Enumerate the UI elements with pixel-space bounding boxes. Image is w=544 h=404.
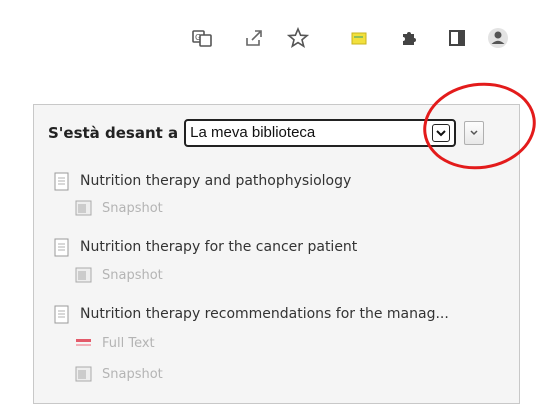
item-title: Nutrition therapy and pathophysiology — [80, 173, 352, 189]
list-item: Nutrition therapy for the cancer patient — [52, 237, 357, 257]
extensions-puzzle-icon[interactable] — [397, 26, 421, 50]
document-icon — [52, 237, 72, 257]
chevron-down-small-icon — [470, 130, 478, 136]
bookmark-star-icon[interactable] — [286, 26, 310, 50]
list-item: Nutrition therapy recommendations for th… — [52, 304, 449, 324]
attachment-label: Snapshot — [102, 267, 163, 283]
save-target-row: S'està desant a La meva biblioteca — [48, 119, 485, 147]
document-icon — [52, 171, 72, 191]
side-panel-icon[interactable] — [445, 26, 469, 50]
share-icon[interactable] — [242, 26, 266, 50]
attachment-item: Snapshot — [74, 198, 163, 218]
attachment-label: Full Text — [102, 335, 155, 351]
item-title: Nutrition therapy recommendations for th… — [80, 306, 449, 322]
options-button[interactable] — [464, 121, 485, 145]
zotero-icon[interactable] — [347, 26, 371, 50]
browser-toolbar: G — [0, 0, 544, 90]
attachment-item: Snapshot — [74, 265, 163, 285]
document-icon — [52, 304, 72, 324]
zotero-save-popup: S'està desant a La meva biblioteca Nutri… — [33, 104, 520, 404]
list-item: Nutrition therapy and pathophysiology — [52, 171, 351, 191]
snapshot-icon — [74, 364, 94, 384]
attachment-label: Snapshot — [102, 366, 163, 382]
pdf-icon — [74, 333, 94, 353]
saving-label: S'està desant a — [48, 124, 179, 142]
library-select-value: La meva biblioteca — [190, 124, 316, 141]
translate-icon[interactable]: G — [190, 26, 214, 50]
library-select[interactable]: La meva biblioteca — [184, 119, 457, 147]
attachment-label: Snapshot — [102, 200, 163, 216]
snapshot-icon — [74, 198, 94, 218]
snapshot-icon — [74, 265, 94, 285]
attachment-item: Full Text — [74, 333, 155, 353]
attachment-item: Snapshot — [74, 364, 163, 384]
chevron-down-icon[interactable] — [432, 124, 451, 142]
svg-text:G: G — [195, 33, 201, 42]
item-title: Nutrition therapy for the cancer patient — [80, 239, 358, 255]
profile-avatar-icon[interactable] — [486, 26, 510, 50]
